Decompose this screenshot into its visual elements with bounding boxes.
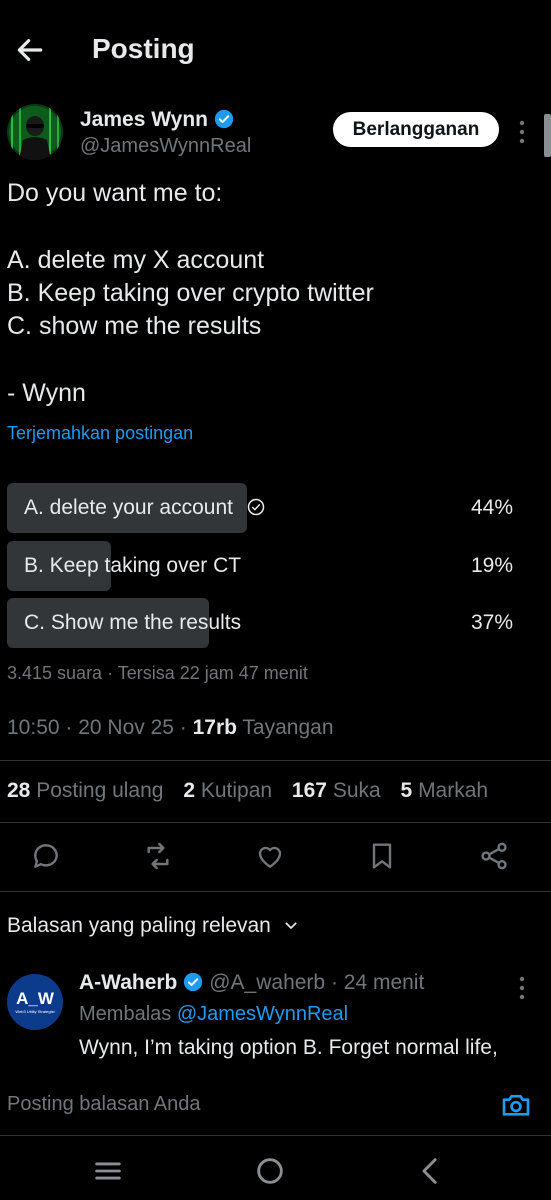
- views-count: 17rb: [192, 716, 237, 739]
- tweet-text-line: - Wynn: [7, 379, 86, 407]
- tweet-text-line: A. delete my X account: [7, 246, 265, 274]
- like-button[interactable]: [254, 840, 286, 872]
- verified-badge-icon: [214, 109, 234, 135]
- views-label: Tayangan: [236, 716, 334, 739]
- reply-more-button[interactable]: [512, 974, 532, 1002]
- arrow-left-icon: [17, 39, 43, 61]
- reply-input[interactable]: Posting balasan Anda: [7, 1093, 201, 1116]
- reply-avatar[interactable]: A_W Web3 Utility Strategist: [7, 974, 63, 1030]
- tweet-text-line: C. show me the results: [7, 312, 262, 340]
- bookmark-icon: [372, 843, 392, 869]
- reply-icon: [34, 844, 58, 868]
- camera-icon: [502, 1095, 530, 1116]
- reply-handle-time: @A_waherb · 24 menit: [203, 971, 425, 994]
- recent-apps-button[interactable]: [91, 1154, 125, 1188]
- more-options-button[interactable]: [512, 118, 532, 146]
- poll-meta: 3.415 suara · Tersisa 22 jam 47 menit: [7, 663, 308, 683]
- more-vertical-icon: [519, 976, 525, 1000]
- author-avatar[interactable]: [7, 104, 63, 160]
- share-button[interactable]: [478, 840, 510, 872]
- reposts-stat[interactable]: 28 Posting ulang: [7, 779, 163, 802]
- system-navigation-bar: [0, 1140, 551, 1200]
- reply-text: Wynn, I’m taking option B. Forget normal…: [79, 1036, 498, 1059]
- replying-to: Membalas @JamesWynnReal: [79, 1003, 348, 1026]
- subscribe-button[interactable]: Berlangganan: [333, 112, 499, 147]
- back-button[interactable]: [14, 34, 46, 66]
- poll-option-label: A. delete your account: [24, 496, 265, 522]
- author-handle[interactable]: @JamesWynnReal: [80, 135, 251, 158]
- divider: [0, 822, 551, 823]
- poll-option-percent: 19%: [470, 554, 513, 577]
- avatar-text: A_W: [16, 989, 54, 1008]
- quotes-stat[interactable]: 2 Kutipan: [183, 779, 272, 802]
- home-circle-icon: [257, 1158, 283, 1184]
- replying-prefix: Membalas: [79, 1003, 177, 1025]
- poll-option[interactable]: B. Keep taking over CT 19%: [7, 541, 513, 591]
- divider: [0, 760, 551, 761]
- home-button[interactable]: [253, 1154, 287, 1188]
- author-name-line: James Wynn: [80, 108, 234, 135]
- page-title: Posting: [92, 33, 195, 64]
- divider: [0, 1135, 551, 1136]
- bookmark-button[interactable]: [366, 840, 398, 872]
- likes-stat[interactable]: 167 Suka: [292, 779, 381, 802]
- heart-icon: [258, 846, 282, 868]
- avatar-subtext: Web3 Utility Strategist: [15, 1009, 55, 1014]
- replies-sort-label: Balasan yang paling relevan: [7, 914, 271, 937]
- reply-overflow-mask: [0, 1066, 551, 1086]
- poll-option[interactable]: A. delete your account 44%: [7, 483, 513, 533]
- poll-option[interactable]: C. Show me the results 37%: [7, 598, 513, 648]
- poll-option-percent: 44%: [470, 496, 513, 519]
- menu-lines-icon: [95, 1162, 121, 1180]
- verified-badge-icon: [183, 972, 203, 998]
- timestamp-line: 10:50 · 20 Nov 25 · 17rb Tayangan: [7, 716, 334, 740]
- replies-sort-dropdown[interactable]: Balasan yang paling relevan: [7, 914, 299, 940]
- divider: [0, 891, 551, 892]
- scrollbar-thumb[interactable]: [544, 114, 551, 157]
- chevron-left-icon: [422, 1158, 437, 1184]
- more-vertical-icon: [519, 120, 525, 144]
- repost-button[interactable]: [142, 840, 174, 872]
- reply-author-name[interactable]: A-Waherb: [79, 971, 177, 994]
- translate-link[interactable]: Terjemahkan postingan: [7, 423, 193, 444]
- tweet-text-line: Do you want me to:: [7, 179, 223, 207]
- share-icon: [481, 842, 507, 870]
- poll-option-label: C. Show me the results: [24, 611, 242, 634]
- reply-composer[interactable]: Posting balasan Anda: [0, 1087, 551, 1137]
- author-name[interactable]: James Wynn: [80, 108, 208, 131]
- timestamp[interactable]: 10:50 · 20 Nov 25 ·: [7, 716, 193, 739]
- poll-option-percent: 37%: [470, 611, 513, 634]
- engagement-stats: 28 Posting ulang 2 Kutipan 167 Suka 5 Ma…: [7, 779, 502, 803]
- chevron-down-icon: [283, 916, 299, 940]
- repost-icon: [147, 842, 169, 870]
- camera-button[interactable]: [500, 1089, 532, 1121]
- system-back-button[interactable]: [414, 1154, 448, 1188]
- reply-header: A-Waherb @A_waherb · 24 menit: [79, 971, 424, 998]
- poll-option-label: B. Keep taking over CT: [24, 554, 242, 577]
- replying-to-link[interactable]: @JamesWynnReal: [177, 1003, 348, 1025]
- tweet-text-line: B. Keep taking over crypto twitter: [7, 279, 374, 307]
- bookmarks-stat[interactable]: 5 Markah: [401, 779, 489, 802]
- check-circle-icon: [247, 498, 265, 522]
- reply-button[interactable]: [30, 840, 62, 872]
